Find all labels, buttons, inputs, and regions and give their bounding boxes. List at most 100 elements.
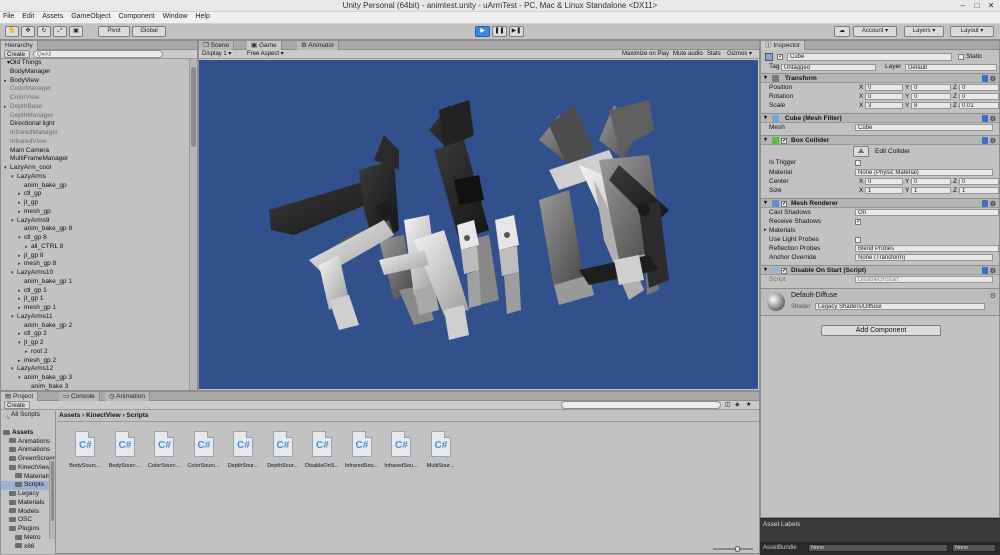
shader-dropdown[interactable]: Legacy Shaders/Diffuse [815,303,985,310]
active-checkbox[interactable] [777,53,783,60]
project-search-input[interactable] [561,401,721,409]
hierarchy-item[interactable]: Old Things [1,59,189,68]
help-book-icon[interactable] [982,75,988,82]
global-toggle[interactable]: Global [132,26,166,37]
minimize-icon[interactable]: – [956,1,970,10]
box-collider-enabled-checkbox[interactable] [781,137,787,146]
hierarchy-item[interactable]: ▾ LazyArms12 [1,365,189,374]
position-y-field[interactable]: 0 [911,84,951,91]
hierarchy-item[interactable]: InfraredManager [1,129,189,138]
hierarchy-create-button[interactable]: Create ▾ [4,50,30,66]
display-dropdown[interactable]: Display 1 ▾ [202,50,240,58]
hierarchy-item[interactable]: anim_bake 3 [1,383,189,390]
hierarchy-item[interactable]: ▸ ctl_gp 1 [1,287,189,296]
rect-tool-icon[interactable]: ▣ [69,26,83,37]
help-book-icon[interactable] [982,267,988,274]
hierarchy-item[interactable]: anim_bake_gp [1,182,189,191]
mesh-filter-header[interactable]: ▾ Cube (Mesh Filter) ⚙ [761,113,999,123]
hierarchy-item[interactable]: ▾ jt_gp 2 [1,339,189,348]
folder-item[interactable]: Animations [1,446,55,455]
zoom-slider-handle[interactable] [735,546,740,552]
position-x-field[interactable]: 0 [865,84,903,91]
account-dropdown[interactable]: Account ▾ [853,26,897,37]
tab-animation[interactable]: ◷ Animation [105,392,151,401]
mesh-renderer-enabled-checkbox[interactable] [781,200,787,209]
help-book-icon[interactable] [982,115,988,122]
disable-on-start-header[interactable]: ▾ Disable On Start (Script) ⚙ [761,265,999,276]
hierarchy-item[interactable]: ▾ ctl_gp 8 [1,234,189,243]
receive-shadows-checkbox[interactable] [855,218,861,227]
reflection-probes-dropdown[interactable]: Blend Probes [855,245,999,252]
hierarchy-item[interactable]: ▸ all_CTRL 8 [1,243,189,252]
folder-item[interactable]: Metro [1,534,55,543]
layer-dropdown[interactable]: Default [905,64,997,71]
hierarchy-item[interactable]: anim_bake_gp 8 [1,225,189,234]
asset-bundle-dropdown[interactable]: None [808,544,948,552]
mute-audio-toggle[interactable]: Mute audio [673,50,703,58]
hierarchy-search-input[interactable]: Q▾All [33,50,163,58]
scale-y-field[interactable]: 8 [911,102,951,109]
mesh-field[interactable]: Cube [855,124,993,131]
hierarchy-item[interactable]: ▸ ctl_gp [1,190,189,199]
hierarchy-item[interactable]: ▾ anim_bake_gp 3 [1,374,189,383]
hierarchy-item[interactable]: ▸ mesh_gp [1,208,189,217]
hierarchy-item[interactable]: ▾ LazyArms11 [1,313,189,322]
menu-assets[interactable]: Assets [39,12,66,21]
folder-item[interactable]: GreenScreen [1,455,55,464]
hierarchy-item[interactable]: anim_bake_gp 2 [1,322,189,331]
tag-dropdown[interactable]: Untagged [781,64,876,71]
hierarchy-item[interactable]: ▾ LazyArms10 [1,269,189,278]
folder-item[interactable]: Materials [1,473,55,482]
help-book-icon[interactable] [982,200,988,207]
hierarchy-item[interactable]: ▸ jt_gp [1,199,189,208]
gear-icon[interactable]: ⚙ [990,292,996,300]
script-file[interactable]: C# InfraredSou... [384,431,418,473]
folder-item[interactable]: Animations [1,438,55,447]
tree-scrollbar[interactable] [49,459,55,539]
position-z-field[interactable]: 0 [959,84,999,91]
hierarchy-item[interactable]: ▸ DepthBase [1,103,189,112]
move-tool-icon[interactable]: ✥ [21,26,35,37]
tree-scroll-thumb[interactable] [51,461,54,521]
layout-dropdown[interactable]: Layout ▾ [950,26,994,37]
zoom-slider[interactable] [713,548,753,550]
folder-item[interactable]: Scripts [1,481,55,490]
breadcrumb[interactable]: Assets › KinectView › Scripts [59,412,148,419]
mesh-renderer-header[interactable]: ▾ Mesh Renderer ⚙ [761,198,999,209]
folder-item[interactable]: OSC [1,516,55,525]
rotation-z-field[interactable]: 0 [959,93,999,100]
hierarchy-item[interactable]: ▸ mesh_gp 8 [1,260,189,269]
layers-dropdown[interactable]: Layers ▾ [904,26,944,37]
gear-icon[interactable]: ⚙ [990,137,996,146]
script-file[interactable]: C# BodySourc... [109,431,140,473]
script-file[interactable]: C# InfraredSou... [345,431,378,473]
hierarchy-item[interactable]: ▾ LazyArms [1,173,189,182]
tab-animator[interactable]: ⚙ Animator [297,41,340,50]
hierarchy-item[interactable]: ColorManager [1,85,189,94]
menu-gameobject[interactable]: GameObject [68,12,113,21]
hierarchy-item[interactable]: DepthManager [1,112,189,121]
hierarchy-scroll-thumb[interactable] [191,67,196,147]
size-z-field[interactable]: 1 [959,187,999,194]
cast-shadows-dropdown[interactable]: On [855,209,999,216]
script-file[interactable]: C# BodySourc... [69,431,101,473]
folder-item[interactable]: Legacy [1,490,55,499]
maximize-icon[interactable]: □ [970,1,984,10]
static-checkbox[interactable] [958,54,964,60]
hierarchy-item[interactable]: ▸ jt_gp 8 [1,252,189,261]
hierarchy-item[interactable]: ColorView [1,94,189,103]
hierarchy-item[interactable]: anim_bake_gp 1 [1,278,189,287]
hierarchy-item[interactable]: BodyManager [1,68,189,77]
folder-item[interactable]: Assets [1,429,55,438]
hierarchy-item[interactable]: Directional light [1,120,189,129]
script-file[interactable]: C# DisableOnS... [305,431,339,473]
scale-x-field[interactable]: 3 [865,102,903,109]
hierarchy-item[interactable]: ▸ root 2 [1,348,189,357]
filter-label-icon[interactable]: ◈ [735,401,740,409]
menu-component[interactable]: Component [115,12,157,21]
menu-file[interactable]: File [0,12,17,21]
materials-row[interactable]: ▸ Materials [763,226,997,235]
folder-item[interactable]: KinectView [1,464,55,473]
close-icon[interactable]: ✕ [984,1,998,10]
pause-button[interactable]: ❚❚ [492,26,507,37]
